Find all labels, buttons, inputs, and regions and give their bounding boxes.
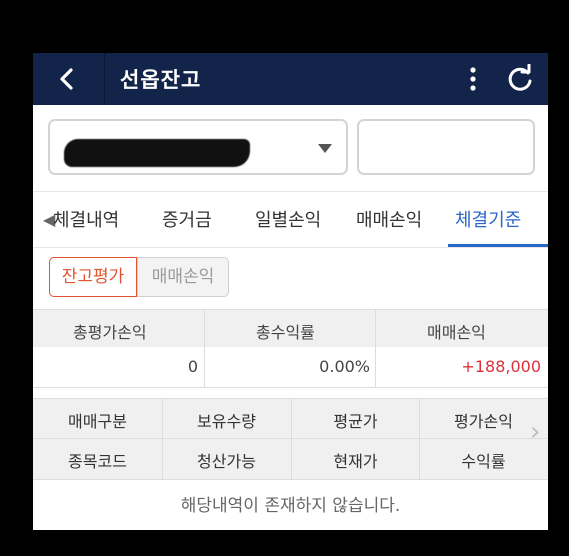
column-header-grid: 매매구분 보유수량 평균가 평가손익 종목코드 청산가능 현재가 수익률: [33, 398, 548, 480]
column-divider: [162, 399, 163, 479]
summary-header-total-eval: 총평가손익: [73, 323, 147, 342]
tab-margin[interactable]: 증거금: [162, 206, 212, 232]
col-header-current-price: 현재가: [333, 452, 378, 471]
segment-trading-pnl[interactable]: 매매손익: [137, 257, 229, 297]
tab-execution-basis[interactable]: 체결기준: [455, 206, 521, 232]
tab-bar: ◀ 체결내역 증거금 일별손익 매매손익 체결기준: [33, 191, 548, 248]
col-header-trade-type: 매매구분: [68, 412, 127, 431]
column-divider: [204, 310, 205, 348]
column-divider: [375, 347, 376, 387]
col-header-eval-pnl: 평가손익: [454, 412, 513, 431]
header-divider: [104, 53, 105, 105]
active-tab-indicator: [448, 244, 548, 247]
tab-execution-history[interactable]: 체결내역: [53, 206, 119, 232]
col-header-item-code: 종목코드: [68, 452, 127, 471]
summary-header-trading-pnl: 매매손익: [427, 323, 486, 342]
top-bar: 선옵잔고: [33, 53, 548, 105]
account-select[interactable]: [48, 119, 348, 175]
refresh-icon[interactable]: [505, 64, 535, 94]
segment-balance-eval[interactable]: 잔고평가: [49, 257, 137, 297]
summary-value-row: 0 0.00% +188,000: [33, 347, 548, 388]
redacted-account-number: [64, 139, 250, 167]
column-divider: [419, 399, 420, 479]
column-divider: [375, 310, 376, 348]
column-divider: [204, 347, 205, 387]
summary-value-trading-pnl: +188,000: [461, 357, 541, 376]
summary-header-return-rate: 총수익률: [256, 323, 315, 342]
col-header-return-rate: 수익률: [461, 452, 506, 471]
summary-header-row: 총평가손익 총수익률 매매손익: [33, 309, 548, 349]
tab-daily-pnl[interactable]: 일별손익: [255, 206, 321, 232]
empty-state-message: 해당내역이 존재하지 않습니다.: [180, 496, 401, 516]
tab-trading-pnl[interactable]: 매매손익: [356, 206, 422, 232]
scroll-right-icon[interactable]: ›: [530, 417, 540, 447]
page-title: 선옵잔고: [120, 68, 202, 92]
dropdown-arrow-icon: [318, 144, 332, 153]
app-screen: 선옵잔고 ◀ 체결내역 증거금 일별손익 매매손익 체결기준 잔고평가 매매손익…: [33, 53, 548, 530]
password-input[interactable]: [357, 119, 535, 175]
col-header-holding-qty: 보유수량: [197, 412, 256, 431]
more-menu-icon[interactable]: [463, 66, 483, 92]
col-header-closable-qty: 청산가능: [197, 452, 256, 471]
column-divider: [291, 399, 292, 479]
col-header-avg-price: 평균가: [333, 412, 378, 431]
row-divider: [33, 438, 548, 439]
summary-value-return-rate: 0.00%: [319, 357, 370, 376]
summary-value-total-eval: 0: [187, 357, 198, 376]
back-arrow-icon[interactable]: [51, 63, 85, 95]
